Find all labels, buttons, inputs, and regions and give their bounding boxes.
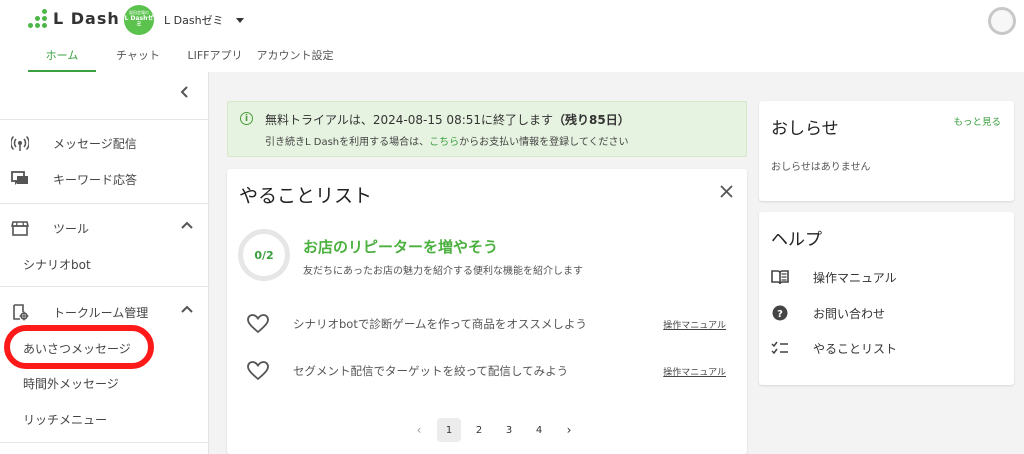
store-icon xyxy=(11,219,29,237)
next-page-button[interactable]: › xyxy=(557,418,581,442)
account-avatar: 部田会場の L Dashゼミ xyxy=(124,5,154,35)
main-tabs: ホーム チャット LIFFアプリ アカウント設定 xyxy=(28,43,340,72)
chevron-left-icon[interactable] xyxy=(180,86,190,102)
sidebar-section-talkroom[interactable]: トークルーム管理 xyxy=(0,296,209,328)
sidebar-divider xyxy=(0,203,209,204)
goal-title: お店のリピーターを増やそう xyxy=(303,238,499,256)
chat-bubble-icon xyxy=(11,170,29,188)
sidebar-section-tools[interactable]: ツール xyxy=(0,212,209,244)
close-icon[interactable] xyxy=(720,182,733,203)
sidebar-item-message-broadcast[interactable]: メッセージ配信 xyxy=(0,127,209,159)
page-button[interactable]: 3 xyxy=(497,418,521,442)
sidebar: メッセージ配信 キーワード応答 ツール シナリオbot トークルーム管理 あいさ… xyxy=(0,72,209,454)
logo-text: L Dash xyxy=(53,9,120,28)
help-card: ヘルプ 操作マニュアル ? お問い合わせ やることリスト xyxy=(759,212,1014,385)
help-item-manual[interactable]: 操作マニュアル xyxy=(771,266,1001,288)
task-text: セグメント配信でターゲットを絞って配信してみよう xyxy=(293,364,569,378)
sidebar-section-label: ツール xyxy=(53,221,90,236)
pagination: ‹ 1 2 3 4 › xyxy=(407,418,581,442)
sidebar-subitem-scenario-bot[interactable]: シナリオbot xyxy=(23,256,91,273)
sidebar-divider xyxy=(0,119,209,120)
chevron-up-icon[interactable] xyxy=(181,220,193,234)
account-switcher[interactable]: 部田会場の L Dashゼミ L Dashゼミ xyxy=(124,5,244,35)
manual-link[interactable]: 操作マニュアル xyxy=(663,318,726,331)
heart-icon[interactable] xyxy=(247,361,269,381)
tab-account-settings[interactable]: アカウント設定 xyxy=(250,43,340,72)
sidebar-divider xyxy=(0,442,209,443)
highlight-annotation xyxy=(4,325,154,369)
help-item-label: やることリスト xyxy=(813,341,898,356)
todo-task[interactable]: セグメント配信でターゲットを絞って配信してみよう 操作マニュアル xyxy=(247,358,727,384)
question-icon: ? xyxy=(771,304,789,322)
info-icon: i xyxy=(240,112,253,125)
trial-end-text: 無料トライアルは、2024-08-15 08:51に終了します xyxy=(265,113,554,127)
news-card: おしらせ もっと見る おしらせはありません xyxy=(759,101,1014,201)
news-empty-text: おしらせはありません xyxy=(771,162,871,173)
task-text: シナリオbotで診断ゲームを作って商品をオススメしよう xyxy=(293,317,587,331)
logo[interactable]: L Dash xyxy=(28,9,120,28)
help-title: ヘルプ xyxy=(771,230,822,250)
tab-home[interactable]: ホーム xyxy=(28,43,96,72)
goal-subtitle: 友だちにあったお店の魅力を紹介する便利な機能を紹介します xyxy=(303,266,583,277)
tab-liff-app[interactable]: LIFFアプリ xyxy=(180,43,250,72)
page-button[interactable]: 4 xyxy=(527,418,551,442)
sidebar-subitem-rich-menu[interactable]: リッチメニュー xyxy=(23,411,107,428)
news-more-link[interactable]: もっと見る xyxy=(953,114,1001,128)
book-icon xyxy=(771,268,789,286)
user-avatar[interactable] xyxy=(988,7,1016,35)
manual-link[interactable]: 操作マニュアル xyxy=(663,365,726,378)
help-item-label: 操作マニュアル xyxy=(813,270,897,285)
logo-mark-icon xyxy=(28,9,47,28)
page-button[interactable]: 2 xyxy=(467,418,491,442)
trial-banner: i 無料トライアルは、2024-08-15 08:51に終了します（残り85日）… xyxy=(227,101,747,157)
app-header: L Dash 部田会場の L Dashゼミ L Dashゼミ ホーム チャット … xyxy=(0,0,1024,72)
sidebar-divider xyxy=(0,286,209,287)
todo-title: やることリスト xyxy=(239,185,373,207)
trial-payment-note: 引き続きL Dashを利用する場合は、こちらからお支払い情報を登録してください xyxy=(265,133,629,148)
trial-message: 無料トライアルは、2024-08-15 08:51に終了します（残り85日） xyxy=(265,111,630,128)
heart-icon[interactable] xyxy=(247,314,269,334)
room-settings-icon xyxy=(11,303,29,321)
todo-card: やることリスト 0/2 お店のリピーターを増やそう 友だちにあったお店の魅力を紹… xyxy=(227,169,747,454)
trial-note-after: からお支払い情報を登録してください xyxy=(459,137,629,148)
caret-down-icon[interactable] xyxy=(235,17,244,23)
svg-text:?: ? xyxy=(777,309,783,320)
tab-chat[interactable]: チャット xyxy=(96,43,180,72)
help-item-todo[interactable]: やることリスト xyxy=(771,337,1001,359)
help-item-contact[interactable]: ? お問い合わせ xyxy=(771,302,1001,324)
prev-page-button[interactable]: ‹ xyxy=(407,418,431,442)
page-button[interactable]: 1 xyxy=(437,418,461,442)
todo-task[interactable]: シナリオbotで診断ゲームを作って商品をオススメしよう 操作マニュアル xyxy=(247,311,727,337)
help-item-label: お問い合わせ xyxy=(813,306,886,321)
trial-remaining: （残り85日） xyxy=(553,113,630,127)
sidebar-item-keyword-reply[interactable]: キーワード応答 xyxy=(0,163,209,195)
todo-progress: 0/2 xyxy=(238,229,290,281)
chevron-up-icon[interactable] xyxy=(181,304,193,318)
checklist-icon xyxy=(771,339,789,357)
account-name: L Dashゼミ xyxy=(164,14,224,27)
sidebar-subitem-after-hours-message[interactable]: 時間外メッセージ xyxy=(23,375,119,392)
sidebar-section-label: トークルーム管理 xyxy=(53,305,149,320)
broadcast-icon xyxy=(11,134,29,152)
sidebar-item-label: キーワード応答 xyxy=(53,172,138,187)
news-title: おしらせ xyxy=(771,119,839,139)
payment-link[interactable]: こちら xyxy=(429,137,459,148)
sidebar-item-label: メッセージ配信 xyxy=(53,136,137,151)
avatar-line2: L Dashゼミ xyxy=(124,14,154,29)
trial-note-before: 引き続きL Dashを利用する場合は、 xyxy=(265,137,430,148)
